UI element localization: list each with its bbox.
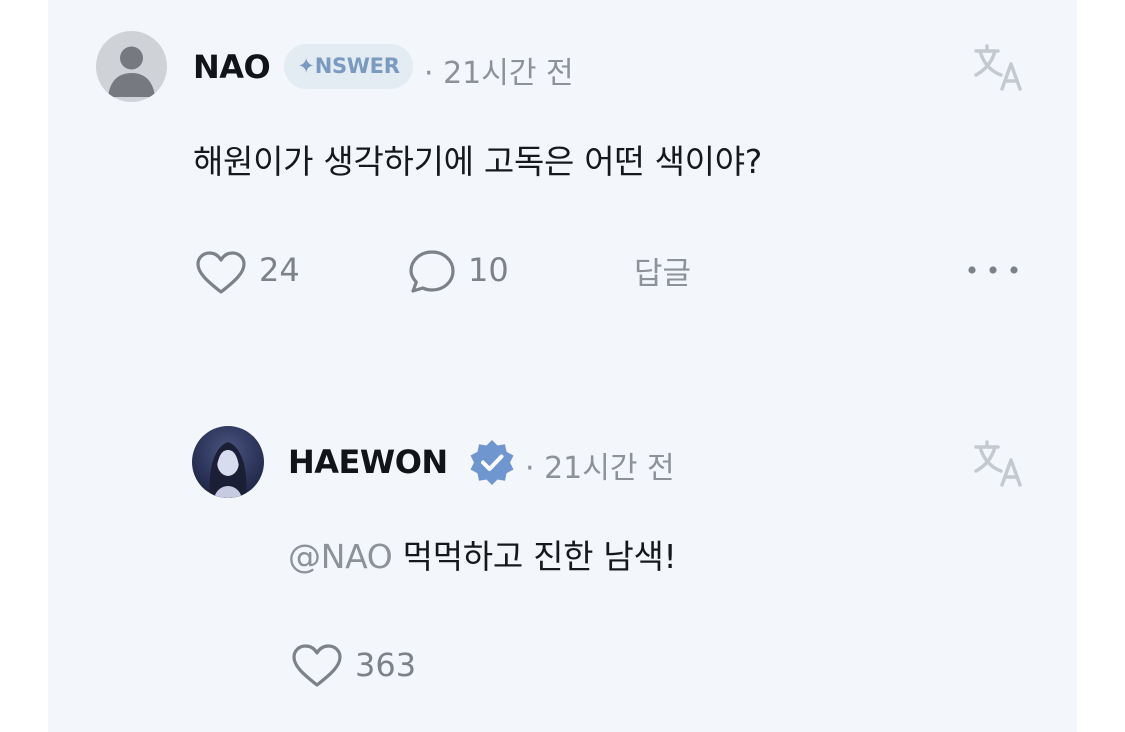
reply-count: 10 [468, 251, 509, 289]
heart-icon[interactable] [195, 250, 247, 296]
profile-photo [209, 442, 247, 498]
more-horizontal-icon[interactable] [966, 262, 1020, 278]
comment-username[interactable]: NAO [193, 48, 271, 86]
translate-icon[interactable] [972, 42, 1024, 94]
comment-timestamp: · 21시간 전 [424, 56, 574, 91]
default-avatar-icon [108, 46, 155, 97]
reply-text: @NAO 먹먹하고 진한 남색! [288, 530, 677, 578]
reply-username[interactable]: HAEWON [288, 443, 448, 481]
reply-like-count: 363 [355, 646, 417, 684]
reply-timestamp: · 21시간 전 [525, 451, 675, 486]
reply-message: 먹먹하고 진한 남색! [392, 537, 677, 576]
reply-avatar[interactable] [192, 426, 264, 498]
mention-link[interactable]: @NAO [288, 537, 393, 576]
user-avatar[interactable] [96, 31, 167, 102]
verified-badge-icon [470, 440, 514, 485]
comment-thread: NAO ✦NSWER · 21시간 전 해원이가 생각하기에 고독은 어떤 색이… [48, 0, 1077, 732]
comment-icon[interactable] [408, 248, 456, 296]
comment-text: 해원이가 생각하기에 고독은 어떤 색이야? [193, 142, 762, 181]
heart-icon[interactable] [291, 643, 343, 689]
translate-icon[interactable] [972, 438, 1024, 490]
reply-button[interactable]: 답글 [634, 248, 691, 293]
nswer-badge: ✦NSWER [284, 44, 413, 89]
like-count: 24 [259, 251, 300, 289]
